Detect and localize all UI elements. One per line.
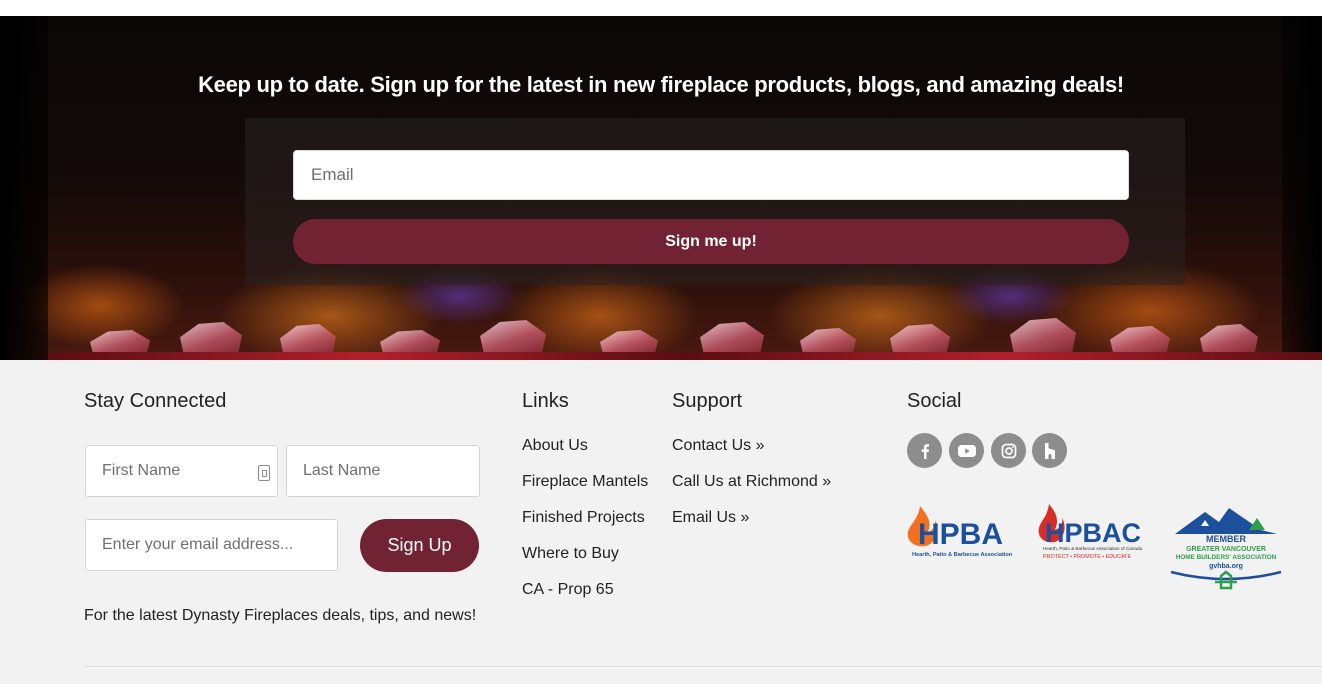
- hpbac-logo: HPBAC Hearth, Patio & Barbecue Associati…: [1037, 502, 1159, 562]
- stay-connected-heading: Stay Connected: [84, 390, 227, 412]
- gvhba-line2: HOME BUILDERS' ASSOCIATION: [1176, 554, 1277, 561]
- support-email-us[interactable]: Email Us »: [672, 506, 882, 529]
- top-strip: [0, 0, 1322, 16]
- stay-connected-tagline: For the latest Dynasty Fireplaces deals,…: [84, 607, 477, 624]
- houzz-icon[interactable]: [1032, 433, 1067, 468]
- facebook-icon[interactable]: [907, 433, 942, 468]
- newsletter-email-input[interactable]: [293, 150, 1129, 200]
- links-list: About Us Fireplace Mantels Finished Proj…: [522, 434, 652, 614]
- footer-signup-button[interactable]: Sign Up: [360, 519, 479, 572]
- link-finished-projects[interactable]: Finished Projects: [522, 506, 652, 529]
- hpbac-wordmark: HPBAC: [1045, 518, 1141, 548]
- support-heading: Support: [672, 390, 743, 412]
- newsletter-hero: Keep up to date. Sign up for the latest …: [0, 16, 1322, 360]
- instagram-icon[interactable]: [991, 433, 1026, 468]
- link-about-us[interactable]: About Us: [522, 434, 652, 457]
- first-name-input[interactable]: [85, 445, 278, 497]
- hpbac-subtitle: Hearth, Patio & Barbecue Association of …: [1043, 546, 1143, 551]
- hero-edge-shade-left: [0, 16, 48, 360]
- support-list: Contact Us » Call Us at Richmond » Email…: [672, 434, 882, 542]
- newsletter-signup-button[interactable]: Sign me up!: [293, 219, 1129, 264]
- youtube-icon[interactable]: [949, 433, 984, 468]
- hpbac-motto: PROTECT • PROMOTE • EDUCATE: [1043, 554, 1131, 560]
- last-name-input[interactable]: [286, 445, 480, 497]
- hpba-logo: HPBA Hearth, Patio & Barbecue Associatio…: [906, 502, 1028, 562]
- link-ca-prop-65[interactable]: CA - Prop 65: [522, 578, 652, 601]
- footer: Stay Connected Sign Up For the latest Dy…: [0, 360, 1322, 684]
- gvhba-site: gvhba.org: [1209, 563, 1243, 570]
- links-heading: Links: [522, 390, 569, 412]
- link-where-to-buy[interactable]: Where to Buy: [522, 542, 652, 565]
- support-contact-us[interactable]: Contact Us »: [672, 434, 882, 457]
- hpba-wordmark: HPBA: [918, 518, 1003, 551]
- support-call-richmond[interactable]: Call Us at Richmond »: [672, 470, 882, 493]
- link-fireplace-mantels[interactable]: Fireplace Mantels: [522, 470, 652, 493]
- ember-bed: [48, 352, 1322, 360]
- newsletter-title: Keep up to date. Sign up for the latest …: [198, 72, 1124, 97]
- hero-edge-shade-right: [1282, 16, 1322, 360]
- footer-email-input[interactable]: [85, 519, 338, 571]
- footer-divider: [84, 666, 1322, 667]
- autofill-contact-icon[interactable]: [258, 465, 270, 481]
- gvhba-line1: GREATER VANCOUVER: [1186, 546, 1266, 553]
- hpba-subtitle: Hearth, Patio & Barbecue Association: [912, 552, 1013, 558]
- social-heading: Social: [907, 390, 962, 412]
- gvhba-logo: MEMBER GREATER VANCOUVER HOME BUILDERS' …: [1165, 502, 1287, 594]
- gvhba-member: MEMBER: [1206, 534, 1246, 544]
